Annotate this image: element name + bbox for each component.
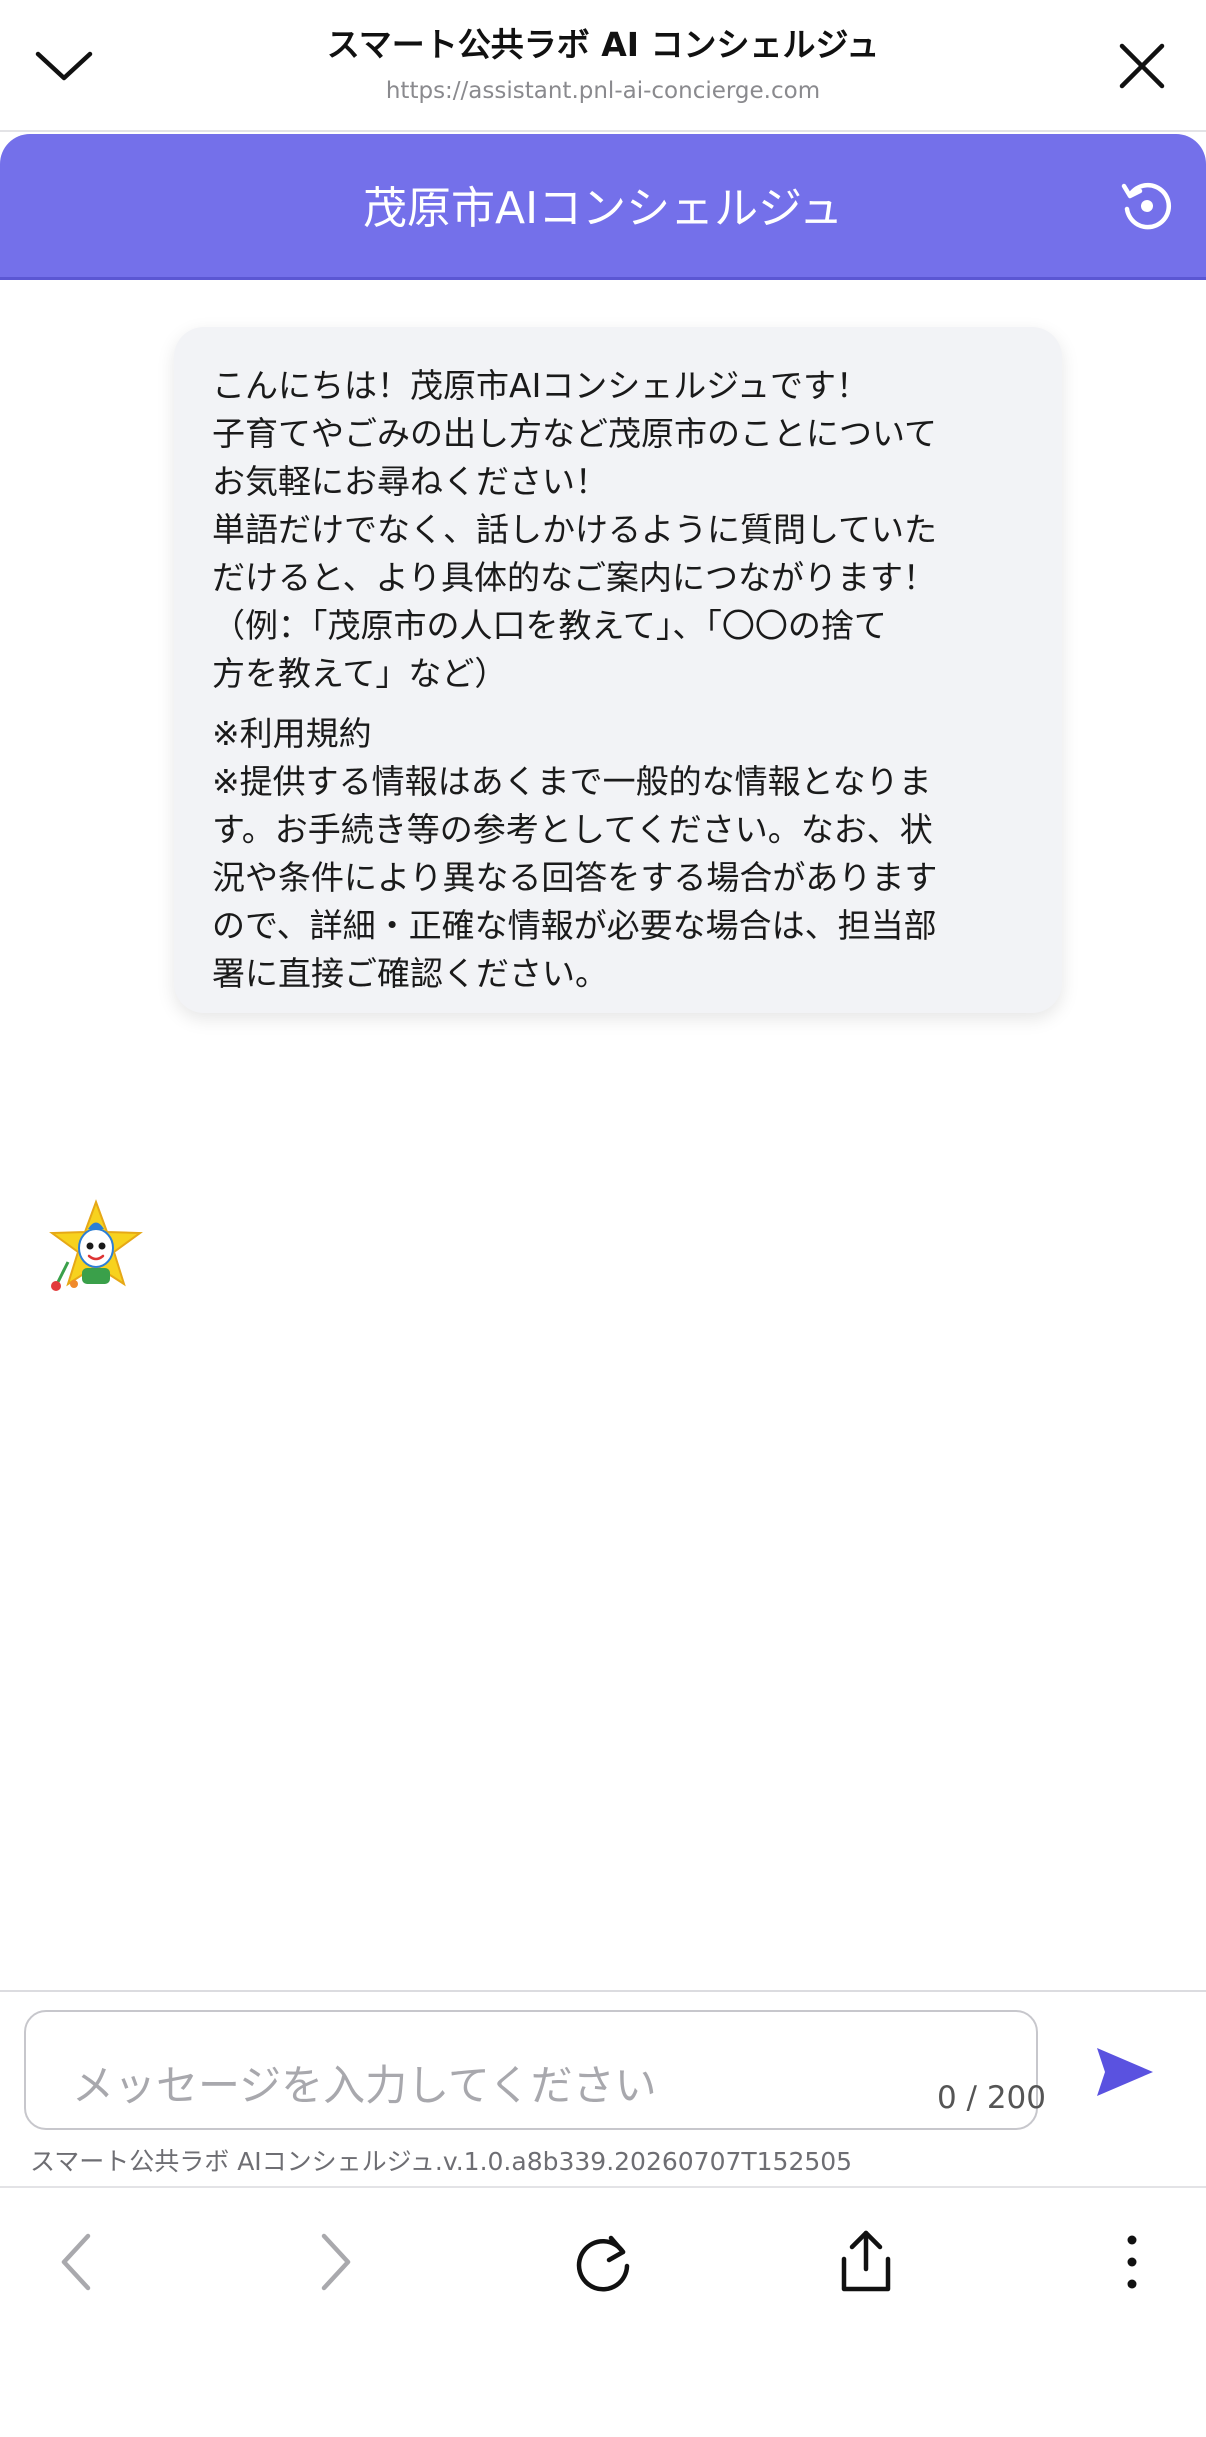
page: スマート公共ラボ AI コンシェルジュ https://assistant.pn… bbox=[0, 0, 1206, 2437]
reset-icon[interactable] bbox=[1113, 172, 1179, 238]
app-title: 茂原市AIコンシェルジュ bbox=[363, 183, 843, 234]
assistant-message-bubble: こんにちは！茂原市AIコンシェルジュです！ 子育てやごみの出し方など茂原市のこと… bbox=[174, 327, 1062, 1013]
message-paragraph: こんにちは！茂原市AIコンシェルジュです！ 子育てやごみの出し方など茂原市のこと… bbox=[212, 366, 938, 693]
send-icon[interactable] bbox=[1085, 2032, 1165, 2112]
reload-icon[interactable] bbox=[563, 2222, 643, 2302]
browser-bottom-toolbar bbox=[0, 2186, 1206, 2437]
mascot-avatar-icon bbox=[44, 1196, 148, 1300]
forward-icon[interactable] bbox=[296, 2222, 376, 2302]
input-placeholder: メッセージを入力してください bbox=[72, 2061, 657, 2110]
app-header: 茂原市AIコンシェルジュ bbox=[0, 134, 1206, 280]
message-paragraph: ※利用規約 ※提供する情報はあくまで一般的な情報となりま す。お手続き等の参考と… bbox=[212, 714, 938, 993]
browser-top-bar: スマート公共ラボ AI コンシェルジュ https://assistant.pn… bbox=[0, 0, 1206, 132]
browser-title: スマート公共ラボ AI コンシェルジュ bbox=[326, 25, 880, 64]
char-count: 0 / 200 bbox=[936, 2080, 1046, 2116]
chat-area[interactable]: こんにちは！茂原市AIコンシェルジュです！ 子育てやごみの出し方など茂原市のこと… bbox=[0, 282, 1206, 1990]
more-icon[interactable] bbox=[1092, 2222, 1172, 2302]
close-icon[interactable] bbox=[1106, 30, 1178, 102]
browser-url: https://assistant.pnl-ai-concierge.com bbox=[385, 78, 821, 104]
version-text: スマート公共ラボ AIコンシェルジュ.v.1.0.a8b339.20260707… bbox=[30, 2147, 853, 2176]
input-region: メッセージを入力してください 0 / 200 スマート公共ラボ AIコンシェルジ… bbox=[0, 1990, 1206, 2186]
share-icon[interactable] bbox=[826, 2222, 906, 2302]
message-input[interactable]: メッセージを入力してください 0 / 200 bbox=[24, 2010, 1046, 2130]
chevron-down-icon[interactable] bbox=[28, 30, 100, 102]
back-icon[interactable] bbox=[36, 2222, 116, 2302]
